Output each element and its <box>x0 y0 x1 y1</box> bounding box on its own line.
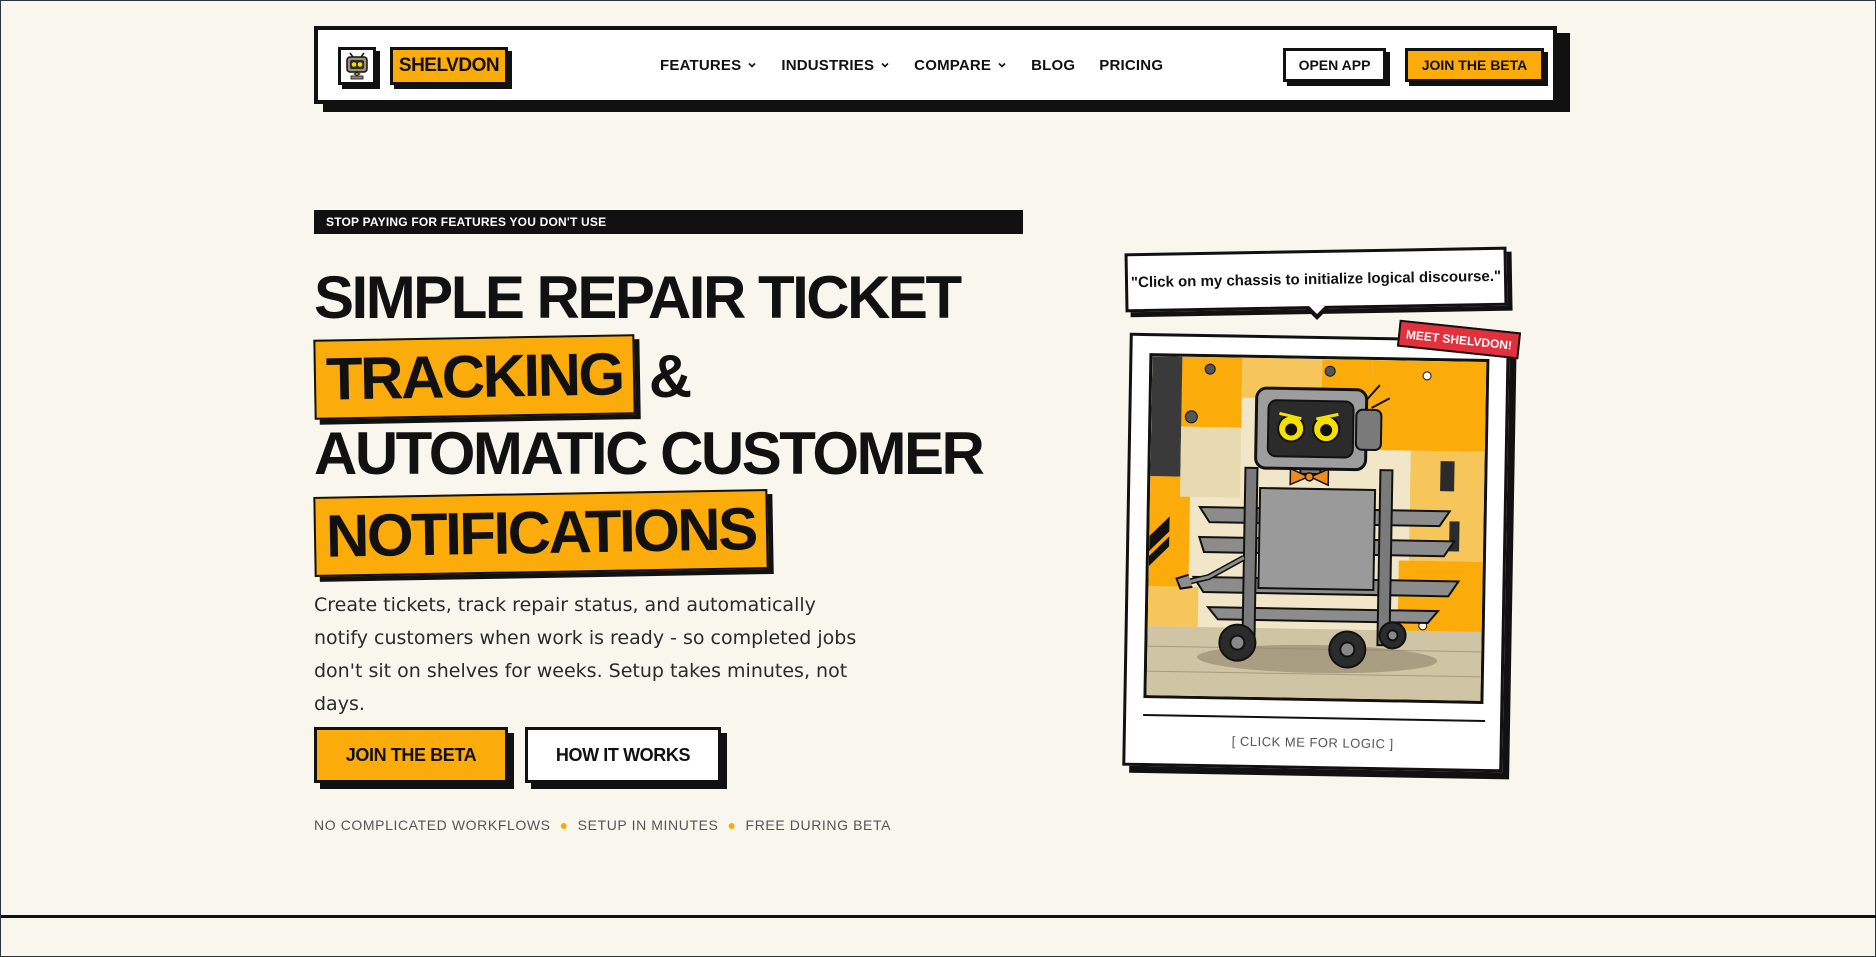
menu-item-industries[interactable]: INDUSTRIES <box>781 57 890 74</box>
headline-ampersand: & <box>648 343 692 410</box>
menu-item-blog[interactable]: BLOG <box>1031 57 1075 74</box>
headline-highlight: TRACKING <box>313 334 636 420</box>
join-beta-nav-button[interactable]: JOIN THE BETA <box>1405 48 1544 82</box>
join-beta-button[interactable]: JOIN THE BETA <box>314 727 508 783</box>
card-divider <box>1143 714 1486 722</box>
bullet-dot-icon: ● <box>559 817 569 833</box>
headline-line: AUTOMATIC CUSTOMER <box>314 420 985 487</box>
open-app-button[interactable]: OPEN APP <box>1283 48 1386 82</box>
headline-highlight: NOTIFICATIONS <box>313 489 769 577</box>
how-it-works-button[interactable]: HOW IT WORKS <box>525 727 721 783</box>
menu-item-compare[interactable]: COMPARE <box>914 57 1007 74</box>
perk-item: NO COMPLICATED WORKFLOWS <box>314 817 551 833</box>
eyebrow-banner: STOP PAYING FOR FEATURES YOU DON'T USE <box>314 210 1023 234</box>
perks-list: NO COMPLICATED WORKFLOWS ● SETUP IN MINU… <box>314 817 891 833</box>
bullet-dot-icon: ● <box>727 817 737 833</box>
menu-item-label: PRICING <box>1099 56 1164 74</box>
hero-headline: SIMPLE REPAIR TICKET TRACKING & AUTOMATI… <box>313 259 1014 577</box>
chevron-down-icon <box>748 62 756 68</box>
top-navbar: SHELVDON FEATURES INDUSTRIES COMPARE BLO… <box>314 26 1557 104</box>
speech-bubble-tail-inner <box>1309 306 1325 314</box>
mascot-card[interactable]: [ CLICK ME FOR LOGIC ] <box>1122 332 1510 773</box>
section-divider <box>1 915 1876 918</box>
brand-logo-button[interactable]: SHELVDON <box>390 47 508 85</box>
chevron-down-icon <box>881 62 889 68</box>
headline-line: NOTIFICATIONS <box>313 489 1014 577</box>
perk-item: SETUP IN MINUTES <box>577 817 719 833</box>
menu-item-label: FEATURES <box>660 56 742 74</box>
headline-line: TRACKING & <box>313 334 1014 420</box>
chevron-down-icon <box>998 62 1006 68</box>
menu-item-features[interactable]: FEATURES <box>660 57 757 74</box>
headline-line: SIMPLE REPAIR TICKET <box>314 264 962 331</box>
hero-subcopy: Create tickets, track repair status, and… <box>314 594 857 715</box>
robot-illustration[interactable] <box>1143 353 1490 704</box>
main-menu: FEATURES INDUSTRIES COMPARE BLOG PRICING <box>660 30 1163 100</box>
menu-item-label: INDUSTRIES <box>781 56 875 74</box>
card-caption: [ CLICK ME FOR LOGIC ] <box>1231 733 1394 752</box>
robot-logo-icon[interactable] <box>338 47 376 85</box>
menu-item-label: BLOG <box>1031 56 1076 74</box>
speech-bubble: "Click on my chassis to initialize logic… <box>1124 246 1508 313</box>
menu-item-pricing[interactable]: PRICING <box>1099 57 1163 74</box>
perk-item: FREE DURING BETA <box>745 817 892 833</box>
menu-item-label: COMPARE <box>914 56 992 74</box>
